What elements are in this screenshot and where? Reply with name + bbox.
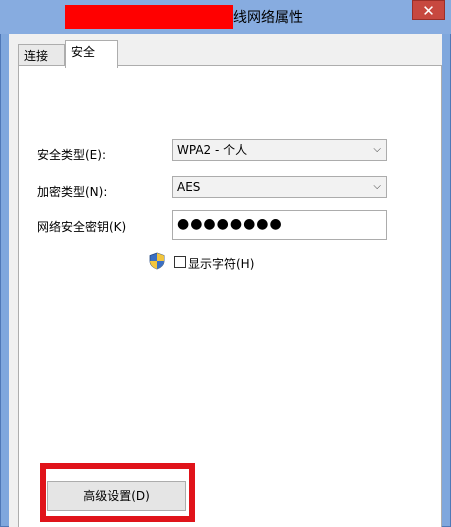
show-characters-label[interactable]: 显示字符(H)	[188, 255, 254, 272]
redacted-title-region	[65, 5, 233, 29]
security-panel: 安全类型(E): WPA2 - 个人 ⌵ 加密类型(N): AES ⌵ 网络安全…	[18, 65, 442, 527]
network-key-input[interactable]: ●●●●●●●●	[172, 210, 387, 240]
advanced-settings-button[interactable]: 高级设置(D)	[47, 481, 186, 511]
window-frame: 线网络属性 ✕ 连接 安全 安全类型(E): WPA2 - 个人 ⌵ 加密类型(…	[0, 0, 451, 527]
encryption-type-label: 加密类型(N):	[37, 185, 108, 199]
chevron-down-icon: ⌵	[373, 144, 381, 155]
security-type-value: WPA2 - 个人	[177, 143, 248, 157]
tab-connection-label: 连接	[24, 49, 49, 63]
network-key-label: 网络安全密钥(K)	[37, 220, 127, 234]
uac-shield-icon	[149, 252, 165, 270]
encryption-type-select[interactable]: AES ⌵	[172, 176, 387, 198]
encryption-type-value: AES	[177, 180, 201, 194]
show-characters-checkbox[interactable]	[174, 256, 186, 268]
window-title: 线网络属性	[233, 10, 303, 26]
tab-security[interactable]: 安全	[65, 40, 118, 68]
chevron-down-icon: ⌵	[373, 181, 381, 192]
title-bar[interactable]: 线网络属性 ✕	[0, 0, 451, 34]
close-button[interactable]: ✕	[412, 0, 445, 20]
security-type-label: 安全类型(E):	[37, 148, 106, 162]
close-icon: ✕	[422, 2, 435, 20]
tab-security-label: 安全	[71, 45, 96, 59]
security-type-select[interactable]: WPA2 - 个人 ⌵	[172, 139, 387, 161]
dialog-body: 连接 安全 安全类型(E): WPA2 - 个人 ⌵ 加密类型(N): AES …	[9, 34, 442, 527]
tab-connection[interactable]: 连接	[18, 44, 65, 67]
